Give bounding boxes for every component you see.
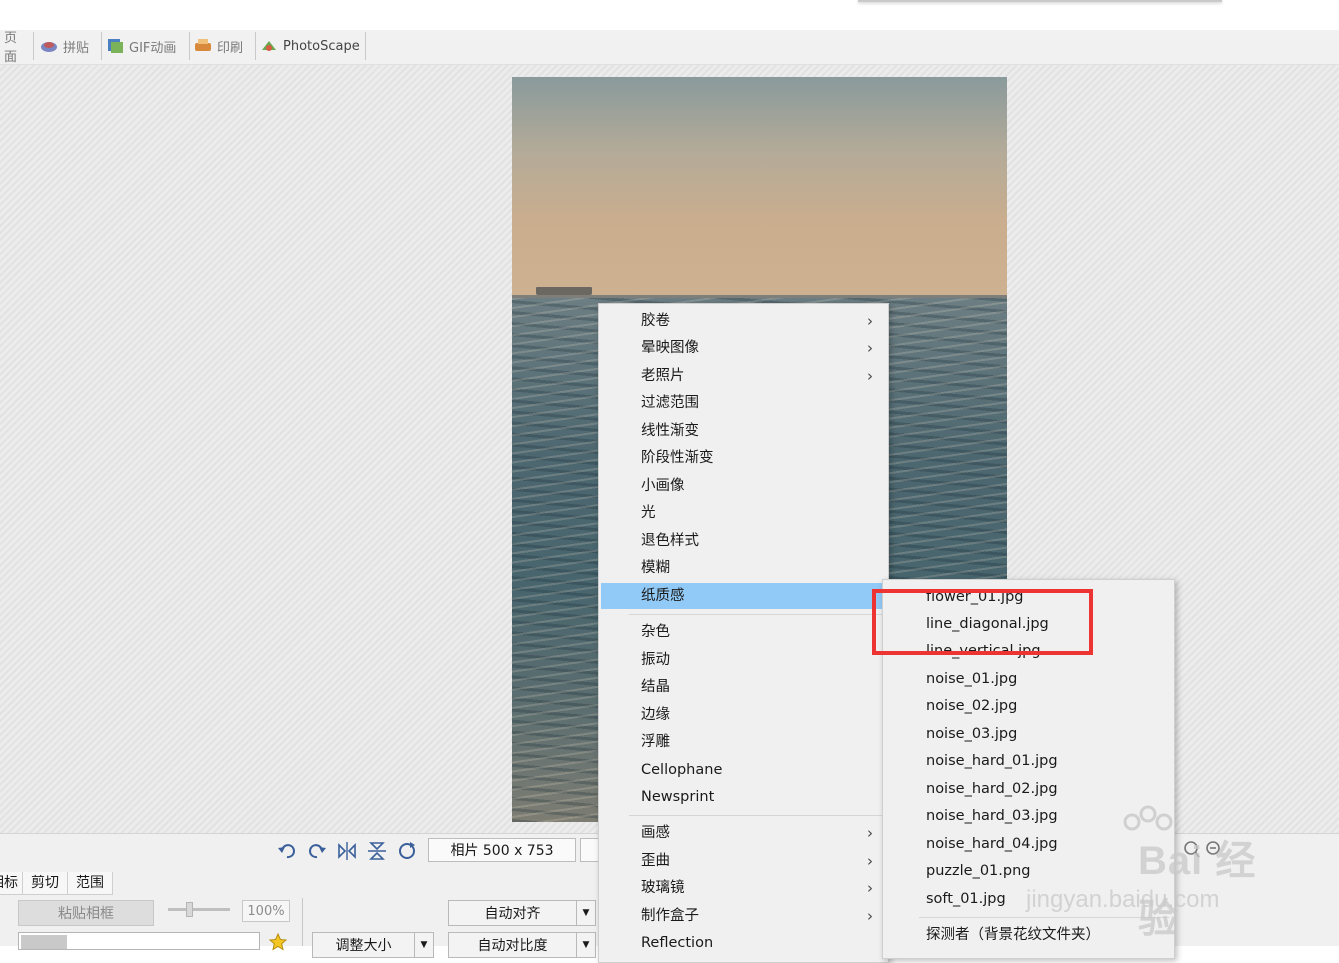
zoom-field[interactable]: 100% (242, 900, 290, 922)
menu-item-fade-style[interactable]: 退色样式 (601, 528, 885, 554)
resize-combo[interactable]: 调整大小 ▼ (312, 932, 434, 958)
menu-item-crystal[interactable]: 结晶 (601, 674, 885, 700)
tab-page[interactable]: 页面 (0, 31, 34, 65)
tab-range[interactable]: 范围 (68, 872, 113, 894)
frame-select[interactable] (18, 932, 260, 950)
auto-contrast-combo[interactable]: 自动对比度 ▼ (448, 932, 596, 958)
star-icon[interactable] (268, 932, 288, 952)
chevron-right-icon: › (867, 824, 873, 842)
menu-item-distort[interactable]: 歪曲 › (601, 848, 885, 874)
combine-icon (40, 38, 58, 54)
window-edge (858, 0, 1222, 2)
menu-item-reflection[interactable]: Reflection (601, 930, 885, 956)
chevron-right-icon: › (867, 312, 873, 330)
tab-bar: 页面 拼贴 GIF动画 印刷 PhotoScape (0, 30, 1339, 65)
chevron-right-icon: › (867, 852, 873, 870)
baidu-watermark: Bai 经验 jingyan.baidu.com (1026, 800, 1278, 941)
chevron-down-icon[interactable]: ▼ (414, 933, 433, 957)
tab-print[interactable]: 印刷 (190, 32, 256, 60)
chevron-down-icon[interactable]: ▼ (576, 933, 595, 957)
flip-vertical-icon[interactable] (366, 840, 388, 862)
menu-item-linear-gradient[interactable]: 线性渐变 (601, 418, 885, 444)
print-icon (194, 38, 212, 54)
chevron-down-icon[interactable]: ▼ (576, 901, 595, 925)
menu-item-painting[interactable]: 画感 › (601, 820, 885, 846)
submenu-item[interactable]: noise_hard_02.jpg (883, 776, 1173, 802)
tab-combine[interactable]: 拼贴 (36, 32, 102, 60)
menu-item-miniature[interactable]: 小画像 (601, 473, 885, 499)
tab-photoscape[interactable]: PhotoScape (256, 32, 366, 60)
submenu-item[interactable]: noise_hard_01.jpg (883, 748, 1173, 774)
tab-gif[interactable]: GIF动画 (102, 32, 190, 60)
flip-horizontal-icon[interactable] (336, 840, 358, 862)
auto-align-combo[interactable]: 自动对齐 ▼ (448, 900, 596, 926)
submenu-item[interactable]: noise_01.jpg (883, 666, 1173, 692)
menu-item-vignette[interactable]: 晕映图像 › (601, 335, 885, 361)
menu-item-old-photo[interactable]: 老照片 › (601, 363, 885, 389)
menu-item-emboss[interactable]: 浮雕 (601, 729, 885, 755)
menu-item-newsprint[interactable]: Newsprint (601, 784, 885, 810)
status-field (580, 838, 600, 862)
menu-item-step-gradient[interactable]: 阶段性渐变 (601, 445, 885, 471)
menu-item-make-box[interactable]: 制作盒子 › (601, 903, 885, 929)
annotation-highlight-box (872, 589, 1093, 655)
submenu-item-browse-folder[interactable]: 探测者（背景花纹文件夹） (883, 922, 1173, 948)
menu-item-film[interactable]: 胶卷 › (601, 308, 885, 334)
menu-item-light[interactable]: 光 (601, 500, 885, 526)
gif-icon (106, 38, 124, 54)
opacity-slider[interactable] (168, 902, 230, 917)
chevron-right-icon: › (867, 367, 873, 385)
nav-toolbar (276, 840, 418, 862)
menu-item-glass[interactable]: 玻璃镜 › (601, 875, 885, 901)
menu-item-vibration[interactable]: 振动 (601, 647, 885, 673)
tab-crop[interactable]: 剪切 (23, 872, 68, 894)
filter-context-menu: 胶卷 › 晕映图像 › 老照片 › 过滤范围 线性渐变 阶段性渐变 小画像 光 退色样… (598, 303, 889, 963)
rotate-right-icon[interactable] (306, 840, 328, 862)
chevron-right-icon: › (867, 879, 873, 897)
menu-item-edge[interactable]: 边缘 (601, 702, 885, 728)
photoscape-icon (260, 38, 278, 54)
slider-thumb[interactable] (186, 902, 193, 917)
photo-size-readout: 相片 500 x 753 (428, 838, 576, 862)
top-strip (0, 0, 1339, 30)
menu-item-blur[interactable]: 模糊 (601, 555, 885, 581)
tab-frame[interactable]: 相标 (0, 872, 23, 894)
menu-item-filter-range[interactable]: 过滤范围 (601, 390, 885, 416)
menu-item-cellophane[interactable]: Cellophane (601, 757, 885, 783)
paste-frame-button[interactable]: 粘贴相框 (18, 900, 154, 926)
submenu-item[interactable]: noise_02.jpg (883, 693, 1173, 719)
chevron-right-icon: › (867, 339, 873, 357)
menu-item-paper-texture[interactable]: 纸质感 (601, 583, 885, 609)
bottom-tabs: 相标 剪切 范围 (0, 872, 113, 895)
submenu-item[interactable]: noise_03.jpg (883, 721, 1173, 747)
rotate-left-icon[interactable] (276, 840, 298, 862)
menu-item-noise[interactable]: 杂色 (601, 619, 885, 645)
chevron-right-icon: › (867, 907, 873, 925)
refresh-icon[interactable] (396, 840, 418, 862)
